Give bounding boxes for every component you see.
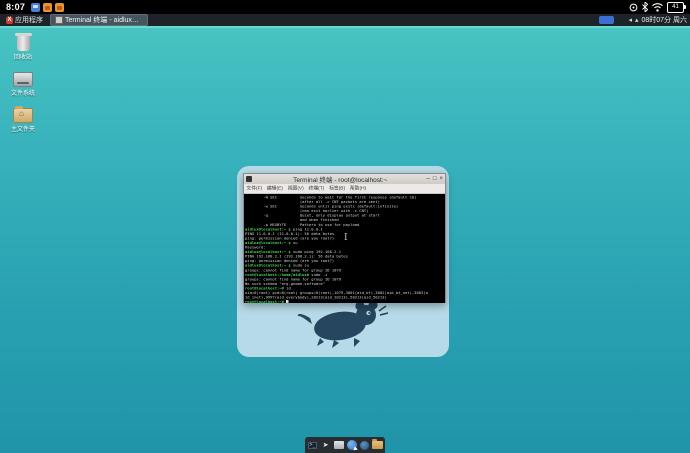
- panel-indicator-badge[interactable]: [599, 16, 615, 24]
- dock-terminal-icon[interactable]: >_: [307, 440, 318, 451]
- dock-file-manager-icon[interactable]: [333, 440, 344, 451]
- menu-view[interactable]: 视图(V): [288, 185, 304, 192]
- notification-icons: [31, 2, 65, 12]
- desktop-icon-label: 主文件夹: [10, 127, 35, 133]
- android-status-bar: 8:07 41: [0, 0, 690, 14]
- dock-folder-icon[interactable]: [372, 439, 383, 451]
- desktop-icon-trash[interactable]: 回收站: [3, 31, 43, 61]
- distro-logo-icon: X: [6, 16, 13, 24]
- ibeam-cursor-pointer: I: [344, 233, 348, 243]
- menu-help[interactable]: 帮助(H): [350, 185, 366, 192]
- dock-pointer-icon[interactable]: ➤: [320, 440, 331, 451]
- battery-level: 41: [672, 4, 679, 10]
- home-folder-icon: [3, 103, 43, 123]
- taskbar-button-terminal[interactable]: Terminal 终端 - aidlux@localhost:~: [50, 14, 148, 26]
- dock-globe-icon[interactable]: [359, 440, 370, 451]
- messenger-notification-icon: [31, 2, 41, 12]
- close-button[interactable]: ×: [439, 176, 443, 182]
- terminal-cursor: [286, 300, 289, 303]
- desktop-root: 8:07 41 X 应用程序 Terminal 终端 - aidlux@loca…: [0, 0, 690, 453]
- desktop-icon-label: 回收站: [13, 55, 32, 61]
- battery-icon: 41: [667, 1, 686, 13]
- maximize-button[interactable]: □: [433, 176, 437, 182]
- desktop-icon-home[interactable]: 主文件夹: [3, 103, 43, 133]
- menu-edit[interactable]: 编辑(E): [267, 185, 283, 192]
- app-notification-icon: [55, 2, 65, 12]
- panel-clock[interactable]: 08时07分 周六: [641, 15, 687, 25]
- xfce-panel: X 应用程序 Terminal 终端 - aidlux@localhost:~ …: [0, 14, 690, 26]
- status-time: 8:07: [6, 2, 26, 12]
- bluetooth-icon: [642, 2, 648, 12]
- terminal-window-icon: [55, 16, 63, 24]
- menu-terminal[interactable]: 终端(T): [309, 185, 325, 192]
- volume-icon[interactable]: ◂: [628, 16, 632, 24]
- network-icon[interactable]: ▴: [635, 16, 639, 24]
- app-notification-icon: [43, 2, 53, 12]
- terminal-titlebar[interactable]: Terminal 终端 - root@localhost:~ – □ ×: [244, 174, 445, 184]
- system-tray: ◂ ▴ 08时07分 周六: [628, 15, 687, 25]
- dock-browser-globe-icon[interactable]: [346, 440, 357, 451]
- terminal-line: root@localhost:~#: [245, 300, 445, 303]
- terminal-menubar: 文件(F) 编辑(E) 视图(V) 终端(T) 标签(B) 帮助(H): [244, 184, 445, 194]
- wallpaper-highlight-strip: [0, 26, 690, 28]
- xfce-mouse-mascot: [297, 300, 389, 348]
- data-saver-icon: [629, 3, 638, 11]
- status-icons: 41: [629, 1, 686, 13]
- terminal-window-title: Terminal 终端 - root@localhost:~: [293, 177, 388, 184]
- taskbar-button-label: Terminal 终端 - aidlux@localhost:~: [65, 17, 143, 24]
- drive-icon: [3, 67, 43, 87]
- desktop-icon-filesystem[interactable]: 文件系统: [3, 67, 43, 97]
- wifi-icon: [652, 2, 663, 12]
- terminal-app-icon: [246, 176, 252, 182]
- menu-file[interactable]: 文件(F): [246, 185, 262, 192]
- trash-icon: [3, 31, 43, 51]
- terminal-content[interactable]: -W SEC Seconds to wait for the first res…: [244, 194, 445, 303]
- bottom-dock: >_ ➤: [305, 437, 385, 453]
- minimize-button[interactable]: –: [427, 176, 430, 182]
- terminal-window: Terminal 终端 - root@localhost:~ – □ × 文件(…: [243, 173, 446, 303]
- applications-menu-button[interactable]: X 应用程序: [3, 15, 46, 25]
- desktop-icon-label: 文件系统: [10, 91, 35, 97]
- menu-tabs[interactable]: 标签(B): [329, 185, 345, 192]
- applications-menu-label: 应用程序: [15, 17, 43, 24]
